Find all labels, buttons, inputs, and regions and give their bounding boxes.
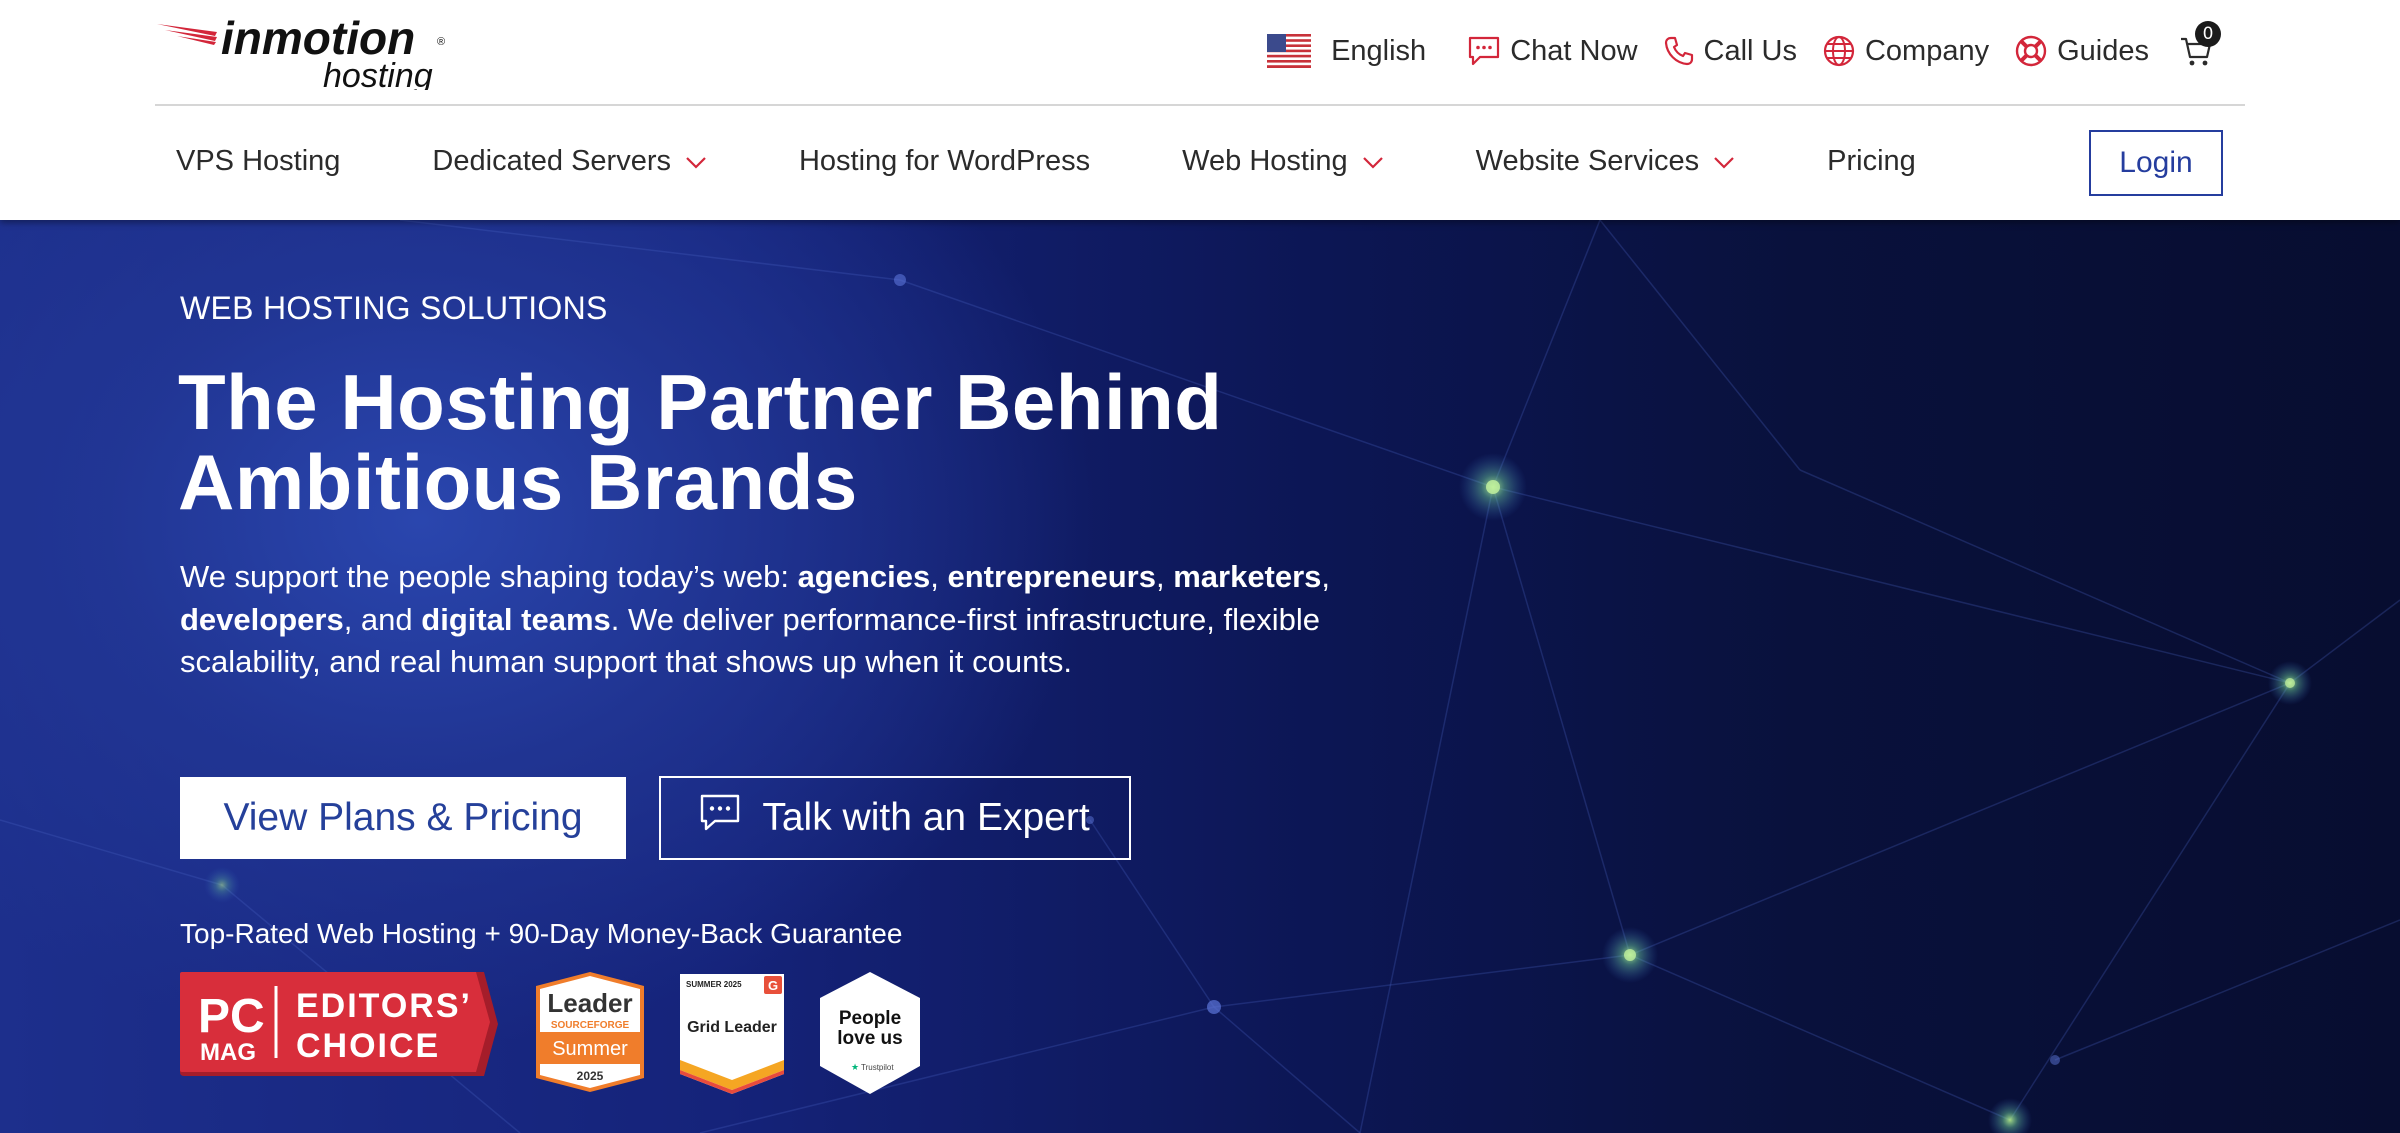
svg-text:Summer: Summer <box>552 1038 628 1060</box>
nav-item-label: Hosting for WordPress <box>798 144 1091 177</box>
hero-lead-paragraph: We support the people shaping today’s we… <box>180 559 1331 679</box>
nav-item-label: Website Services <box>1475 144 1700 177</box>
call-us-label: Call Us <box>1703 34 1797 67</box>
company-link[interactable]: Company <box>1823 35 1989 68</box>
hero-section: WEB HOSTING SOLUTIONS The Hosting Partne… <box>0 220 2400 1133</box>
svg-text:Trustpilot: Trustpilot <box>861 1063 894 1072</box>
trustpilot-people-love-us-badge: People love us ★ Trustpilot <box>820 972 920 1094</box>
svg-text:★: ★ <box>851 1063 859 1073</box>
company-label: Company <box>1864 34 1990 67</box>
svg-text:MAG: MAG <box>200 1039 256 1066</box>
talk-with-expert-label: Talk with an Expert <box>762 796 1090 839</box>
globe-icon <box>1823 35 1855 67</box>
svg-text:People: People <box>839 1008 901 1029</box>
chat-now-link[interactable]: Chat Now <box>1468 34 1638 68</box>
svg-text:love us: love us <box>837 1028 902 1049</box>
hero-eyebrow: WEB HOSTING SOLUTIONS <box>180 290 608 326</box>
chat-now-label: Chat Now <box>1510 34 1638 67</box>
nav-item-label: Dedicated Servers <box>432 144 671 177</box>
language-selector[interactable]: English <box>1267 34 1426 68</box>
call-us-link[interactable]: Call Us <box>1664 35 1797 68</box>
g2-grid-leader-badge: SUMMER 2025 G Grid Leader <box>680 974 784 1094</box>
nav-item-pricing[interactable]: Pricing <box>1827 145 1916 178</box>
headline-line-2: Ambitious Brands <box>178 438 858 526</box>
chat-icon <box>700 794 740 842</box>
login-button[interactable]: Login <box>2089 130 2223 196</box>
nav-item-dedicated-servers[interactable]: Dedicated Servers <box>432 145 707 178</box>
view-plans-pricing-button[interactable]: View Plans & Pricing <box>180 777 626 859</box>
hero-headline: The Hosting Partner Behind Ambitious Bra… <box>178 362 1278 522</box>
site-header: inmotion ® hosting English Chat Now Call… <box>0 0 2400 220</box>
utility-nav: English Chat Now Call Us Company Guides <box>1267 21 2221 74</box>
nav-item-label: VPS Hosting <box>176 144 341 177</box>
nav-item-vps-hosting[interactable]: VPS Hosting <box>176 145 340 178</box>
main-nav: VPS Hosting Dedicated Servers Hosting fo… <box>176 136 1916 186</box>
svg-text:hosting: hosting <box>323 57 433 90</box>
guides-label: Guides <box>2057 34 2149 67</box>
chevron-down-icon <box>685 145 707 178</box>
lifebuoy-icon <box>2015 35 2047 67</box>
svg-text:PC: PC <box>198 990 265 1043</box>
nav-item-label: Web Hosting <box>1182 144 1348 177</box>
svg-text:EDITORS’: EDITORS’ <box>296 987 472 1025</box>
talk-with-expert-button[interactable]: Talk with an Expert <box>659 776 1131 860</box>
headline-line-1: The Hosting Partner Behind <box>178 358 1223 446</box>
language-label: English <box>1331 34 1427 67</box>
svg-text:SOURCEFORGE: SOURCEFORGE <box>551 1020 630 1031</box>
nav-item-label: Pricing <box>1827 144 1916 177</box>
svg-text:SUMMER 2025: SUMMER 2025 <box>686 980 742 989</box>
chevron-down-icon <box>1362 145 1384 178</box>
us-flag-icon <box>1267 34 1312 68</box>
cart-count-badge: 0 <box>2195 21 2221 47</box>
pcmag-editors-choice-badge: PC MAG EDITORS’ CHOICE <box>180 972 498 1076</box>
svg-text:®: ® <box>437 36 445 48</box>
chevron-down-icon <box>1713 145 1735 178</box>
guarantee-text: Top-Rated Web Hosting + 90-Day Money-Bac… <box>180 918 903 949</box>
nav-item-web-hosting[interactable]: Web Hosting <box>1182 145 1384 178</box>
svg-text:G: G <box>768 978 778 993</box>
svg-text:Leader: Leader <box>547 988 632 1018</box>
nav-item-website-services[interactable]: Website Services <box>1476 145 1736 178</box>
header-divider <box>155 104 2245 106</box>
guides-link[interactable]: Guides <box>2015 35 2149 68</box>
award-badges: PC MAG EDITORS’ CHOICE Leader SOURCEFORG… <box>180 972 920 1094</box>
chat-icon <box>1468 36 1500 66</box>
svg-text:CHOICE: CHOICE <box>296 1027 440 1065</box>
nav-item-hosting-for-wordpress[interactable]: Hosting for WordPress <box>799 145 1090 178</box>
inmotion-hosting-logo[interactable]: inmotion ® hosting <box>155 10 455 95</box>
phone-icon <box>1664 36 1694 66</box>
svg-text:Grid Leader: Grid Leader <box>687 1019 777 1036</box>
cart-button[interactable]: 0 <box>2179 21 2221 71</box>
svg-text:2025: 2025 <box>577 1069 604 1083</box>
sourceforge-leader-badge: Leader SOURCEFORGE Summer 2025 <box>536 972 644 1092</box>
